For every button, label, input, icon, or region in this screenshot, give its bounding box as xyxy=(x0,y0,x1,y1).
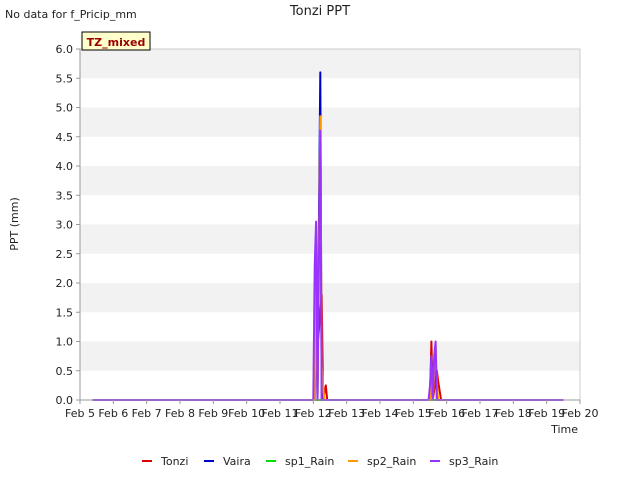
y-tick-label: 3.0 xyxy=(56,219,74,232)
legend: Tonzi Vaira sp1_Rain sp2_Rain sp3_Rain xyxy=(142,455,498,468)
x-tick-label: Feb 15 xyxy=(395,407,432,420)
x-tick-label: Feb 5 xyxy=(65,407,95,420)
grid-bands xyxy=(80,49,580,400)
y-tick-label: 4.5 xyxy=(56,131,74,144)
grid-band xyxy=(80,166,580,196)
y-tick-label: 6.0 xyxy=(56,43,74,56)
y-tick-label: 5.5 xyxy=(56,72,74,85)
y-tick-label: 1.0 xyxy=(56,336,74,349)
grid-band xyxy=(80,224,580,254)
grid-band xyxy=(80,136,580,166)
chart-title: Tonzi PPT xyxy=(289,4,350,19)
y-tick-label: 0.5 xyxy=(56,365,74,378)
y-tick-label: 4.0 xyxy=(56,160,74,173)
legend-label: sp3_Rain xyxy=(449,455,498,468)
x-tick-label: Feb 17 xyxy=(462,407,499,420)
x-tick-label: Feb 20 xyxy=(562,407,599,420)
y-tick-label: 1.5 xyxy=(56,306,74,319)
legend-label: sp2_Rain xyxy=(367,455,416,468)
x-axis-label: Time xyxy=(550,423,578,436)
y-axis: 0.0 0.5 1.0 1.5 2.0 2.5 3.0 3.5 4.0 4.5 5.0 5.5 6.0 xyxy=(56,43,81,407)
tz-badge-label: TZ_mixed xyxy=(87,36,146,49)
x-tick-label: Feb 12 xyxy=(295,407,332,420)
grid-band xyxy=(80,370,580,400)
plot-area xyxy=(79,48,581,401)
grid-band xyxy=(80,195,580,225)
x-axis: Feb 5 Feb 6 Feb 7 Feb 8 Feb 9 Feb 10Feb 11Feb… xyxy=(65,399,599,420)
grid-band xyxy=(80,312,580,342)
y-tick-label: 3.5 xyxy=(56,189,74,202)
y-tick-label: 2.0 xyxy=(56,277,74,290)
no-data-note: No data for f_Pricip_mm xyxy=(5,8,137,21)
y-axis-label: PPT (mm) xyxy=(8,197,21,251)
x-tick-label: Feb 19 xyxy=(528,407,565,420)
grid-band xyxy=(80,107,580,137)
grid-band xyxy=(80,49,580,79)
y-tick-label: 0.0 xyxy=(56,394,74,407)
y-tick-label: 2.5 xyxy=(56,248,74,261)
grid-band xyxy=(80,78,580,108)
chart: No data for f_Pricip_mm Tonzi PPT 0.0 0.5… xyxy=(5,4,599,468)
x-tick-label: Feb 13 xyxy=(328,407,365,420)
legend-label: Vaira xyxy=(223,455,251,468)
grid-band xyxy=(80,283,580,313)
legend-label: Tonzi xyxy=(160,455,188,468)
y-tick-label: 5.0 xyxy=(56,102,74,115)
x-tick-label: Feb 8 xyxy=(165,407,195,420)
x-tick-label: Feb 9 xyxy=(198,407,228,420)
x-tick-label: Feb 16 xyxy=(428,407,465,420)
legend-label: sp1_Rain xyxy=(285,455,334,468)
grid-band xyxy=(80,253,580,283)
x-tick-label: Feb 14 xyxy=(362,407,399,420)
x-tick-label: Feb 7 xyxy=(132,407,162,420)
x-tick-label: Feb 11 xyxy=(262,407,299,420)
grid-band xyxy=(80,341,580,371)
x-tick-label: Feb 10 xyxy=(228,407,265,420)
tz-badge: TZ_mixed xyxy=(81,31,151,51)
x-tick-label: Feb 6 xyxy=(98,407,128,420)
x-tick-label: Feb 18 xyxy=(495,407,532,420)
